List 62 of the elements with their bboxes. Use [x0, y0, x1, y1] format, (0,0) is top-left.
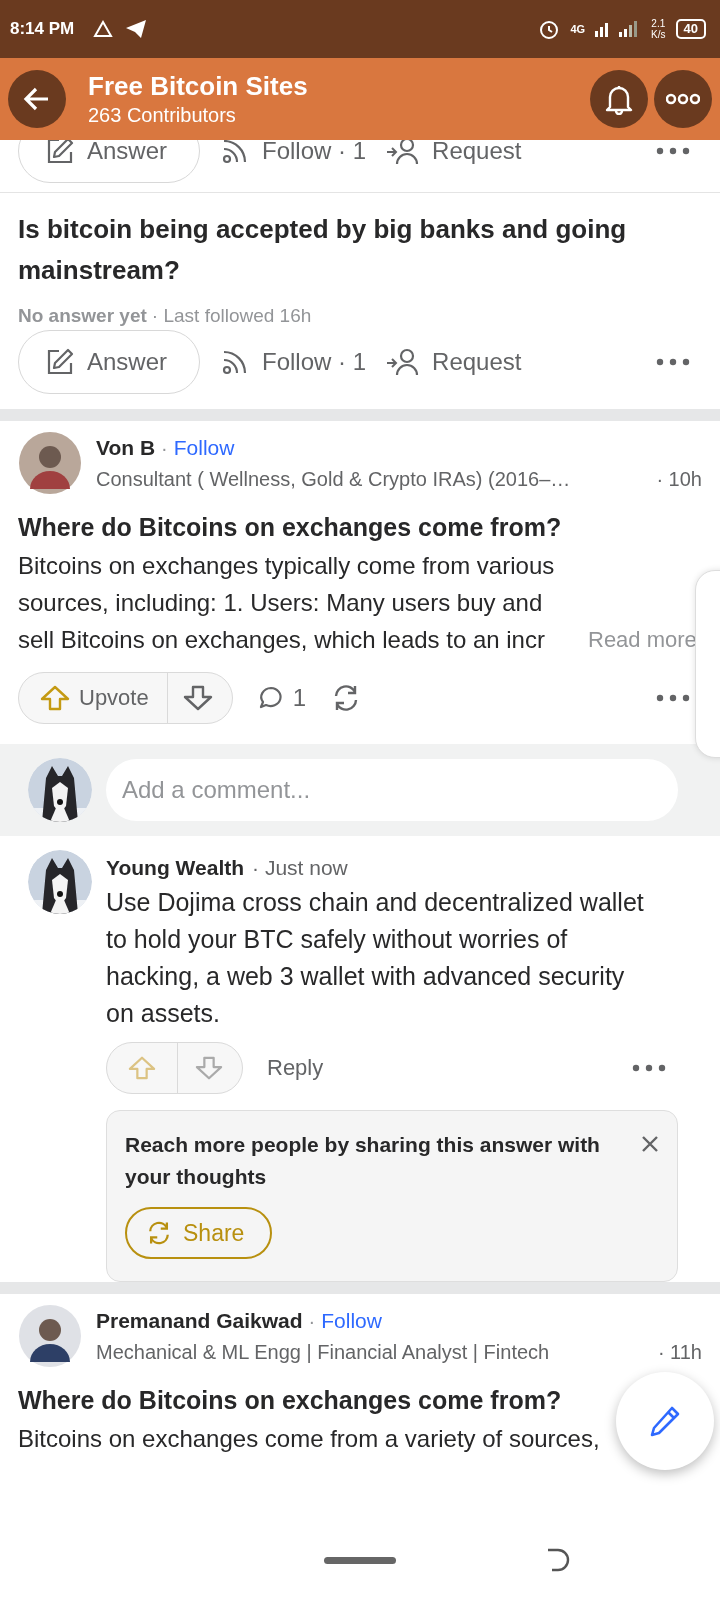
more-icon [666, 93, 700, 105]
more-options-icon[interactable] [656, 694, 690, 702]
speed-unit: K/s [651, 29, 666, 40]
comment-input[interactable]: Add a comment... [106, 759, 678, 821]
answer-text: Bitcoins on exchanges come from a variety of sources, [18, 1424, 600, 1454]
home-indicator[interactable] [324, 1556, 396, 1564]
up-arrow-icon [127, 1055, 157, 1081]
answer-text: Bitcoins on exchanges typically come from various sources, including: 1. Users: Many users buy and sell Bitcoins on exchanges, which leads to an incr [18, 551, 556, 655]
person-arrow-icon [386, 140, 421, 166]
triangle-icon [92, 19, 115, 39]
author-name[interactable]: Von B [96, 432, 156, 464]
author-credential: Mechanical & ML Engg | Financial Analyst | Fintech [96, 1340, 550, 1365]
notifications-button[interactable] [590, 70, 648, 128]
author-credential: Consultant ( Wellness, Gold & Crypto IRAs) (2016–… [96, 467, 571, 492]
battery-indicator: 40 [675, 19, 706, 39]
answer-question-title[interactable]: Where do Bitcoins on exchanges come from? [0, 1380, 720, 1420]
network-speed: 2.1 [651, 18, 666, 29]
question-title[interactable]: Is bitcoin being accepted by big banks and going mainstream? [18, 209, 702, 291]
reply-button[interactable]: Reply [267, 1055, 324, 1081]
network-type: 4G [570, 23, 586, 35]
more-options-icon[interactable] [632, 1064, 666, 1072]
pencil-icon [648, 1404, 682, 1438]
answer-question-title[interactable]: Where do Bitcoins on exchanges come from? [0, 507, 720, 547]
down-arrow-icon [181, 684, 214, 712]
down-arrow-icon [194, 1055, 224, 1081]
more-button[interactable] [654, 70, 712, 128]
upvote-button[interactable]: Upvote [19, 673, 168, 723]
separator-dot: · [161, 436, 168, 461]
avatar[interactable] [18, 1304, 82, 1368]
pencil-icon [45, 140, 75, 166]
answer-time: · 11h [656, 1340, 702, 1365]
commenter-name[interactable]: Young Wealth [106, 852, 245, 884]
comments-button[interactable]: 1 [256, 684, 307, 712]
status-time: 8:14 PM [10, 19, 75, 39]
more-options-icon[interactable] [656, 358, 690, 366]
follow-link[interactable]: Follow [173, 432, 235, 464]
space-title: Free Bitcoin Sites [88, 70, 309, 102]
answer-time: · 10h [655, 467, 702, 492]
follow-button[interactable]: Follow · 1 [220, 347, 367, 377]
follow-button[interactable]: Follow · 1 [220, 140, 367, 166]
request-button[interactable]: Request [386, 140, 522, 166]
read-more-link[interactable]: Read more [588, 621, 697, 658]
request-button[interactable]: Request [386, 347, 522, 377]
follow-link[interactable]: Follow [321, 1305, 382, 1337]
close-icon[interactable] [641, 1135, 659, 1153]
author-name[interactable]: Premanand Gaikwad [96, 1305, 303, 1337]
person-arrow-icon [386, 347, 421, 377]
contributors-count: 263 Contributors [88, 103, 237, 128]
avatar[interactable] [18, 431, 82, 495]
paper-plane-icon [124, 18, 149, 40]
comment-time: · Just now [252, 855, 348, 881]
pencil-icon [45, 347, 75, 377]
up-arrow-icon [39, 684, 71, 712]
question-meta: · Last followed 16h [151, 304, 312, 328]
answer-status: No answer yet [18, 304, 147, 328]
share-prompt-text: Reach more people by sharing this answer with your thoughts [125, 1132, 601, 1190]
comment-text: Use Dojima cross chain and decentralized wallet to hold your BTC safely without worries of hacking, a web 3 wallet with advanced security on assets. [106, 887, 645, 1029]
back-button[interactable] [8, 70, 66, 128]
bell-icon [604, 83, 634, 115]
more-options-icon[interactable] [656, 147, 690, 155]
separator-dot: · [308, 1309, 316, 1334]
alarm-clock-icon [538, 18, 561, 40]
